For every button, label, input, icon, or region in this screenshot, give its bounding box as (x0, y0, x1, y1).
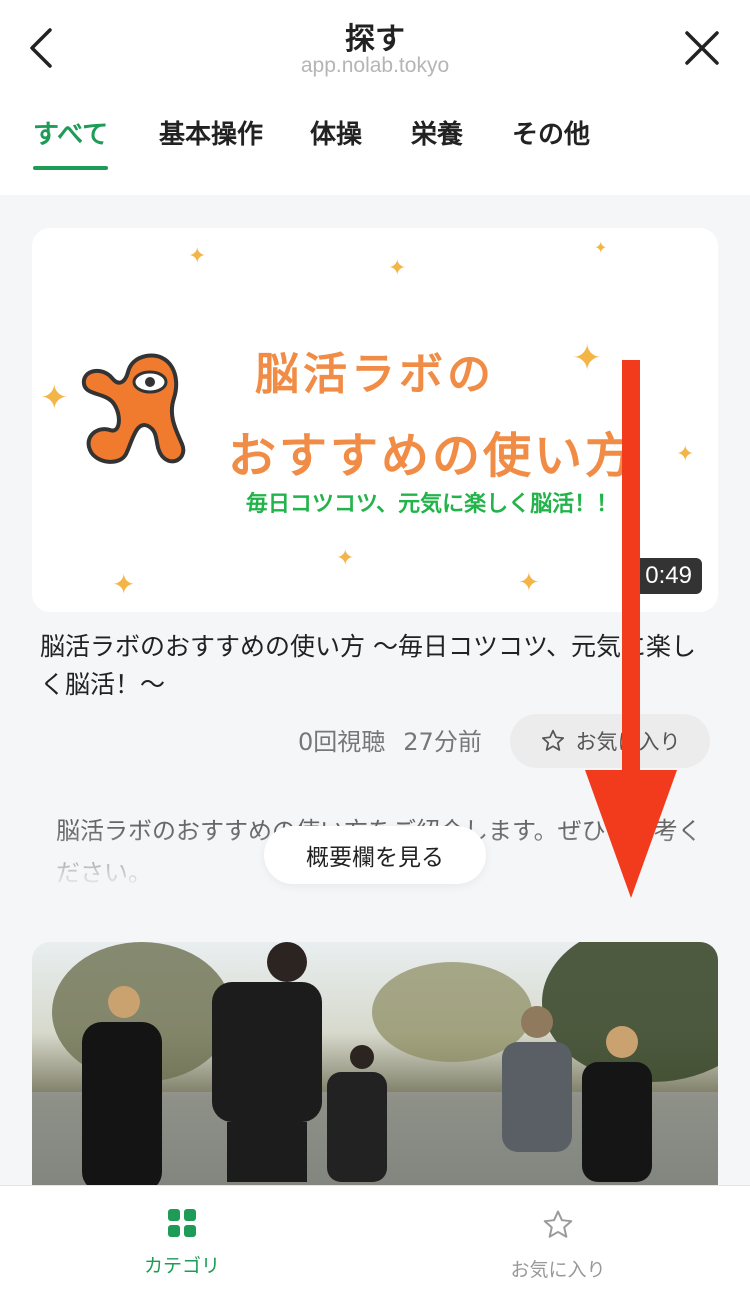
duration-badge: 0:49 (635, 558, 702, 594)
scroll-arrow-shaft (622, 360, 640, 780)
category-tabs: すべて 基本操作 体操 栄養 その他 (0, 112, 750, 172)
exercise-photo (32, 942, 718, 1202)
star-outline-icon (541, 729, 564, 751)
tab-exercise[interactable]: 体操 (310, 112, 362, 170)
video-thumbnail-2[interactable] (32, 942, 718, 1202)
nav-label-category: カテゴリ (143, 1255, 220, 1277)
see-description-button[interactable]: 概要欄を見る (264, 826, 486, 884)
video-title[interactable]: 脳活ラボのおすすめの使い方 〜毎日コツコツ、元気に楽しく脳活！〜 (40, 628, 710, 704)
close-icon (685, 31, 719, 65)
close-button[interactable] (682, 28, 722, 68)
nav-item-favorites[interactable]: お気に入り (458, 1208, 658, 1282)
sparkle-icon: ✦ (594, 238, 608, 257)
view-count: 0回視聴 (298, 728, 386, 756)
sparkle-icon: ✦ (188, 244, 207, 269)
thumbnail-subtitle: 毎日コツコツ、元気に楽しく脳活！！ (245, 492, 619, 517)
tab-all[interactable]: すべて (33, 112, 109, 170)
sparkle-icon: ✦ (388, 256, 407, 281)
arrow-down-icon (585, 770, 677, 898)
sparkle-icon: ✦ (112, 568, 136, 601)
page-title: 探す (345, 22, 405, 57)
tab-basic-operation[interactable]: 基本操作 (159, 112, 263, 170)
posted-time: 27分前 (403, 728, 482, 756)
sparkle-icon: ✦ (518, 568, 540, 598)
sparkle-icon: ✦ (336, 546, 355, 571)
video-meta: 0回視聴 27分前 (298, 722, 500, 757)
nav-item-category[interactable]: カテゴリ (82, 1208, 282, 1278)
page-url: app.nolab.tokyo (300, 54, 450, 77)
star-icon (543, 1210, 573, 1238)
tab-nutrition[interactable]: 栄養 (411, 112, 463, 170)
video-thumbnail[interactable]: ✦ ✦ ✦ ✦ ✦ ✦ ✦ ✦ ✦ 脳活ラボの おすすめの使い方 毎日コツコツ、… (32, 228, 718, 612)
header: 探す app.nolab.tokyo すべて 基本操作 体操 栄養 その他 (0, 0, 750, 195)
bottom-navigation: カテゴリ お気に入り (0, 1185, 750, 1298)
grid-icon (168, 1209, 196, 1237)
nav-label-favorites: お気に入り (510, 1259, 606, 1281)
thumbnail-title-line1: 脳活ラボの (255, 349, 495, 400)
favorite-button[interactable]: お気に入り (510, 714, 710, 768)
tab-other[interactable]: その他 (512, 112, 590, 170)
